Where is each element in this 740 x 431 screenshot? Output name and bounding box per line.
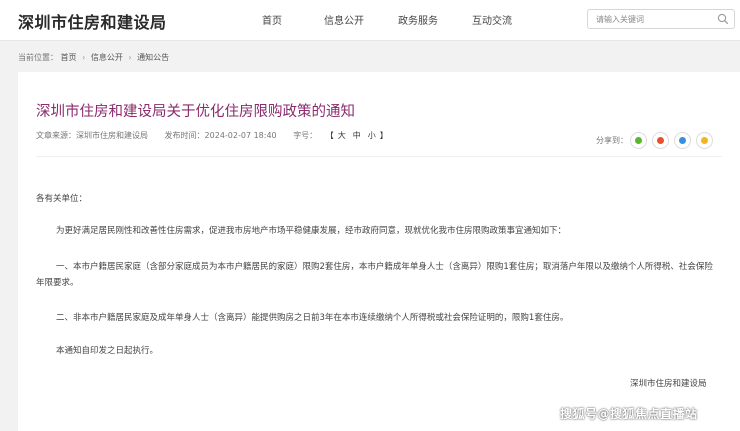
breadcrumb-info-disclosure[interactable]: 信息公开 (91, 53, 123, 62)
site-header: 深圳市住房和建设局 首页 信息公开 政务服务 互动交流 请输入关键词 (0, 0, 740, 41)
article-effective: 本通知自印发之日起执行。 (56, 346, 159, 356)
article-item-2: 二、非本市户籍居民家庭及成年单身人士（含离异）能提供购房之日前3年在本市连续缴纳… (56, 313, 569, 323)
breadcrumb-separator: › (82, 53, 86, 62)
article-signature: 深圳市住房和建设局 (630, 379, 707, 389)
breadcrumb-separator: › (128, 53, 132, 62)
article-source: 文章来源：深圳市住房和建设局 (36, 131, 148, 140)
article-publish-time: 发布时间：2024-02-07 18:40 (164, 131, 277, 140)
breadcrumb-home[interactable]: 首页 (61, 53, 77, 62)
nav-item-home[interactable]: 首页 (262, 12, 282, 27)
search-input[interactable]: 请输入关键词 (587, 9, 735, 29)
font-size-label: 字号： (293, 131, 318, 140)
weibo-icon[interactable] (652, 132, 669, 149)
watermark: 搜狐号@搜狐焦点直播站 (560, 407, 698, 421)
article-item-1: 一、本市户籍居民家庭（含部分家庭成员为本市户籍居民的家庭）限购2套住房，本市户籍… (36, 262, 713, 288)
article-meta: 文章来源：深圳市住房和建设局 发布时间：2024-02-07 18:40 字号：… (36, 130, 403, 141)
article-greeting: 各有关单位： (36, 194, 88, 204)
meta-divider (36, 156, 722, 157)
breadcrumb-prefix: 当前位置： (18, 53, 58, 62)
font-size-large[interactable]: 大 (338, 131, 347, 140)
share-label: 分享到： (596, 136, 628, 145)
wechat-icon[interactable] (630, 132, 647, 149)
nav-item-interaction[interactable]: 互动交流 (472, 12, 512, 27)
site-logo[interactable]: 深圳市住房和建设局 (18, 9, 167, 33)
breadcrumb-notice[interactable]: 通知公告 (137, 53, 169, 62)
qq-icon[interactable] (674, 132, 691, 149)
qzone-icon[interactable] (696, 132, 713, 149)
article-panel: 深圳市住房和建设局关于优化住房限购政策的通知 文章来源：深圳市住房和建设局 发布… (18, 72, 740, 431)
nav-item-info-disclosure[interactable]: 信息公开 (324, 12, 364, 27)
article-intro: 为更好满足居民刚性和改善性住房需求，促进我市房地产市场平稳健康发展，经市政府同意… (56, 226, 567, 236)
breadcrumb: 当前位置： 首页 › 信息公开 › 通知公告 (18, 52, 169, 63)
search-icon[interactable] (717, 13, 729, 25)
font-size-small[interactable]: 小 (368, 131, 377, 140)
font-size-medium[interactable]: 中 (353, 131, 362, 140)
search-placeholder: 请输入关键词 (596, 15, 644, 24)
nav-item-government-services[interactable]: 政务服务 (398, 12, 438, 27)
article-title: 深圳市住房和建设局关于优化住房限购政策的通知 (36, 104, 355, 120)
font-size-control: 【大中小】 (325, 131, 389, 140)
